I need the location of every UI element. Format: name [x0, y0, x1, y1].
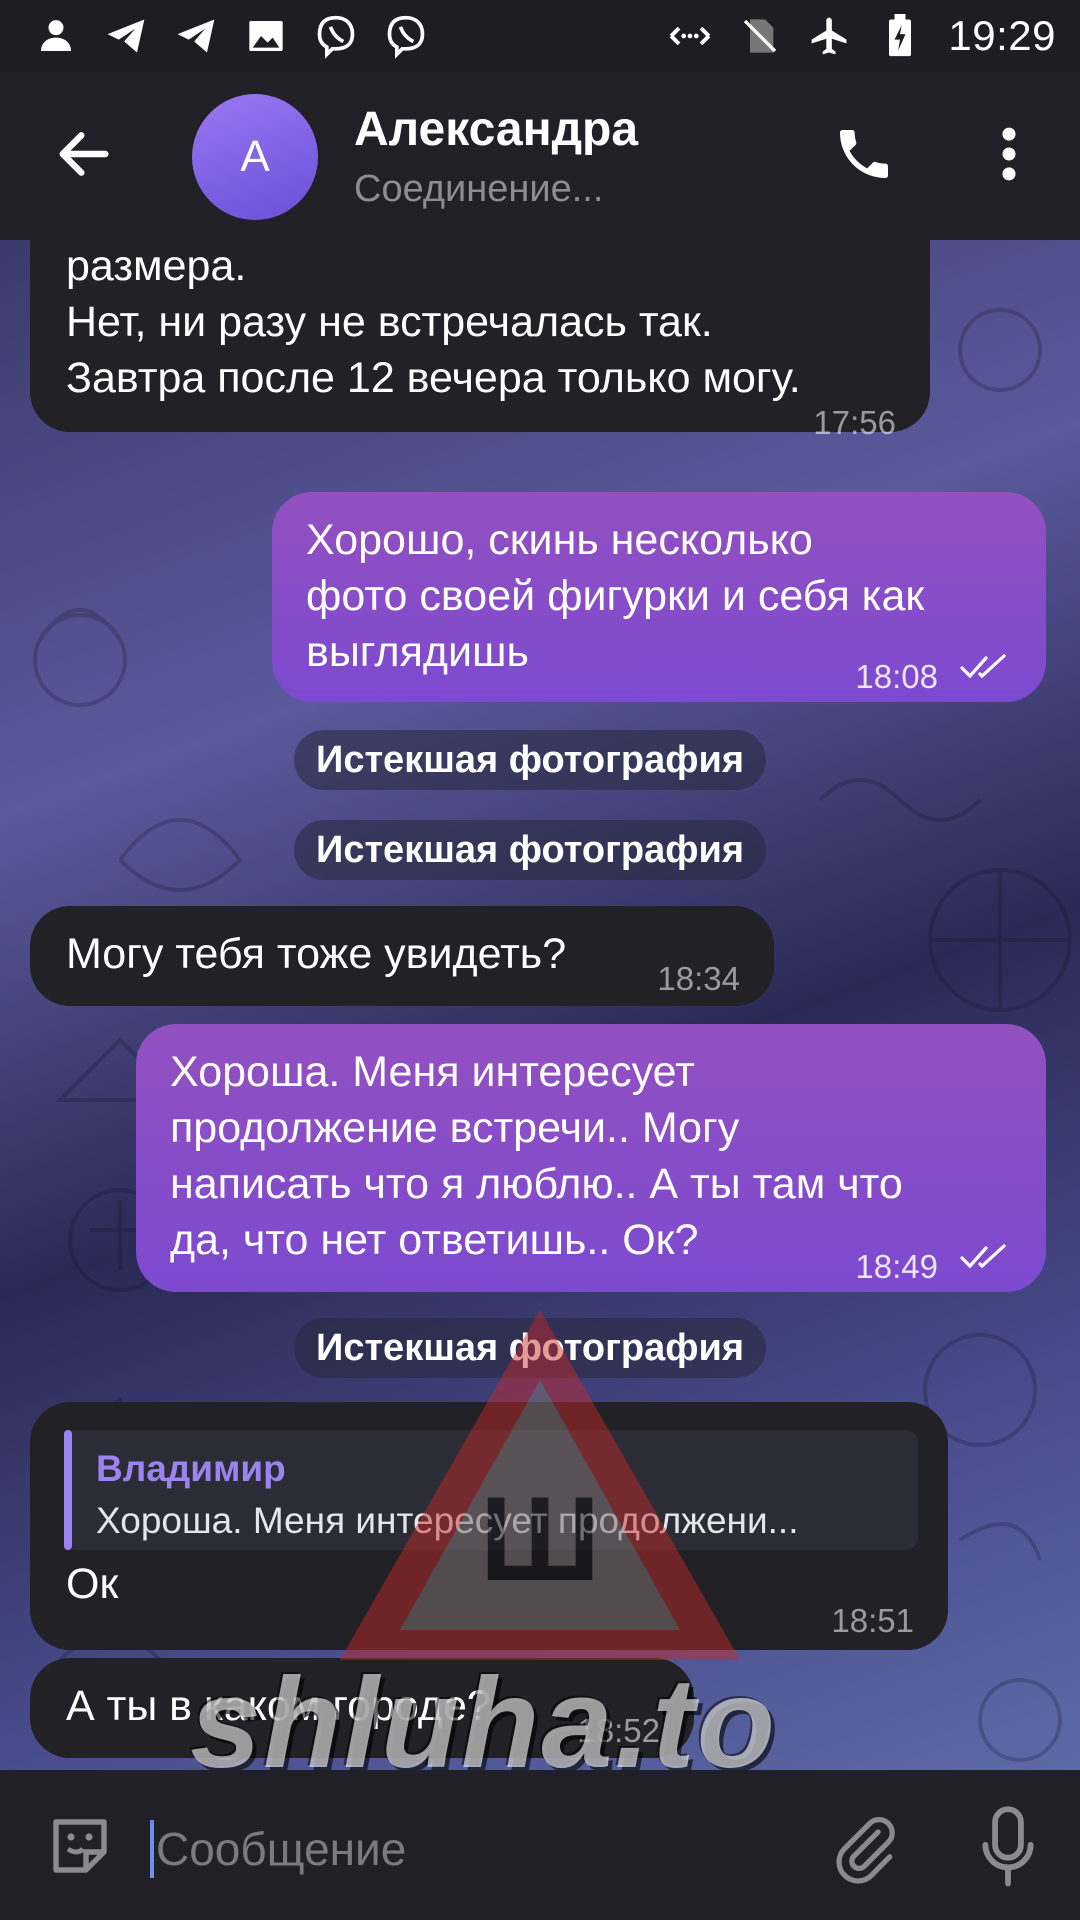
more-options-button[interactable] [992, 120, 1026, 188]
message-incoming[interactable]: Могу тебя тоже увидеть? 18:34 [30, 906, 774, 1006]
message-text-line: Ок [66, 1560, 119, 1608]
message-input[interactable] [156, 1814, 796, 1884]
message-incoming[interactable]: размера. Нет, ни разу не встречалась так… [30, 240, 930, 441]
battery-charging-icon [878, 14, 922, 58]
arrow-left-icon [59, 132, 109, 176]
message-text-line: Завтра после 12 вечера только могу. [66, 354, 801, 402]
watermark-logo: Ш [340, 1310, 740, 1660]
message-time: 17:56 [813, 404, 896, 441]
status-bar-left [34, 14, 428, 59]
telegram-icon [174, 14, 218, 58]
message-text-line: да, что нет ответишь.. Ок? [170, 1216, 699, 1264]
microphone-icon [982, 1806, 1034, 1887]
paperclip-icon [836, 1817, 895, 1884]
contact-name[interactable]: Александра [354, 102, 638, 157]
voice-message-button[interactable] [978, 1806, 1038, 1890]
message-time: 18:49 [855, 1248, 938, 1285]
message-text-line: продолжение встречи.. Могу [170, 1104, 740, 1152]
phone-icon [840, 130, 888, 178]
message-text-line: Нет, ни разу не встречалась так. [66, 298, 713, 346]
message-time: 18:34 [657, 960, 740, 997]
double-check-icon [960, 654, 1006, 679]
gallery-icon [244, 14, 288, 58]
watermark-logo-letter: Ш [480, 1472, 601, 1606]
connection-status: Соединение... [354, 168, 604, 210]
status-time: 19:29 [948, 12, 1056, 59]
chat-header: A Александра Соединение... [0, 72, 1080, 240]
sticker-button[interactable] [44, 1810, 116, 1882]
message-outgoing[interactable]: Хороша. Меня интересует продолжение встр… [136, 1024, 1046, 1292]
person-icon [34, 14, 78, 58]
status-bar-right: 19:29 [668, 12, 1056, 60]
message-input-bar [0, 1770, 1080, 1920]
message-text-line: Могу тебя тоже увидеть? [66, 930, 567, 978]
reply-author: Владимир [96, 1448, 286, 1489]
airplane-mode-icon [808, 14, 852, 58]
status-bar: 19:29 [0, 0, 1080, 72]
message-text-line: написать что я люблю.. А ты там что [170, 1160, 903, 1208]
back-button[interactable] [52, 122, 116, 186]
reply-accent-bar [64, 1430, 72, 1550]
message-text-line: Хорошо, скинь несколько [306, 516, 813, 564]
text-cursor [150, 1820, 154, 1878]
viber-icon [384, 14, 428, 59]
no-sim-icon [738, 14, 782, 58]
expired-photo-notice: Истекшая фотография [294, 730, 767, 790]
message-text-line: Хороша. Меня интересует [170, 1048, 695, 1096]
expired-photo-notice: Истекшая фотография [294, 820, 767, 880]
message-time: 18:08 [855, 658, 938, 695]
avatar-letter: A [240, 132, 270, 181]
message-time: 18:51 [831, 1602, 914, 1639]
data-sync-icon [668, 14, 712, 58]
more-vert-icon [1002, 127, 1016, 181]
sticker-icon [53, 1819, 107, 1873]
message-outgoing[interactable]: Хорошо, скинь несколько фото своей фигур… [272, 492, 1046, 702]
message-text-line: выглядишь [306, 628, 529, 676]
message-text-line: фото своей фигурки и себя как [306, 572, 925, 620]
call-button[interactable] [832, 122, 896, 186]
double-check-icon [960, 1244, 1006, 1269]
telegram-icon [104, 14, 148, 58]
viber-icon [314, 14, 358, 59]
attach-button[interactable] [830, 1808, 900, 1888]
message-text-line: размера. [66, 242, 247, 290]
avatar[interactable]: A [192, 94, 318, 220]
